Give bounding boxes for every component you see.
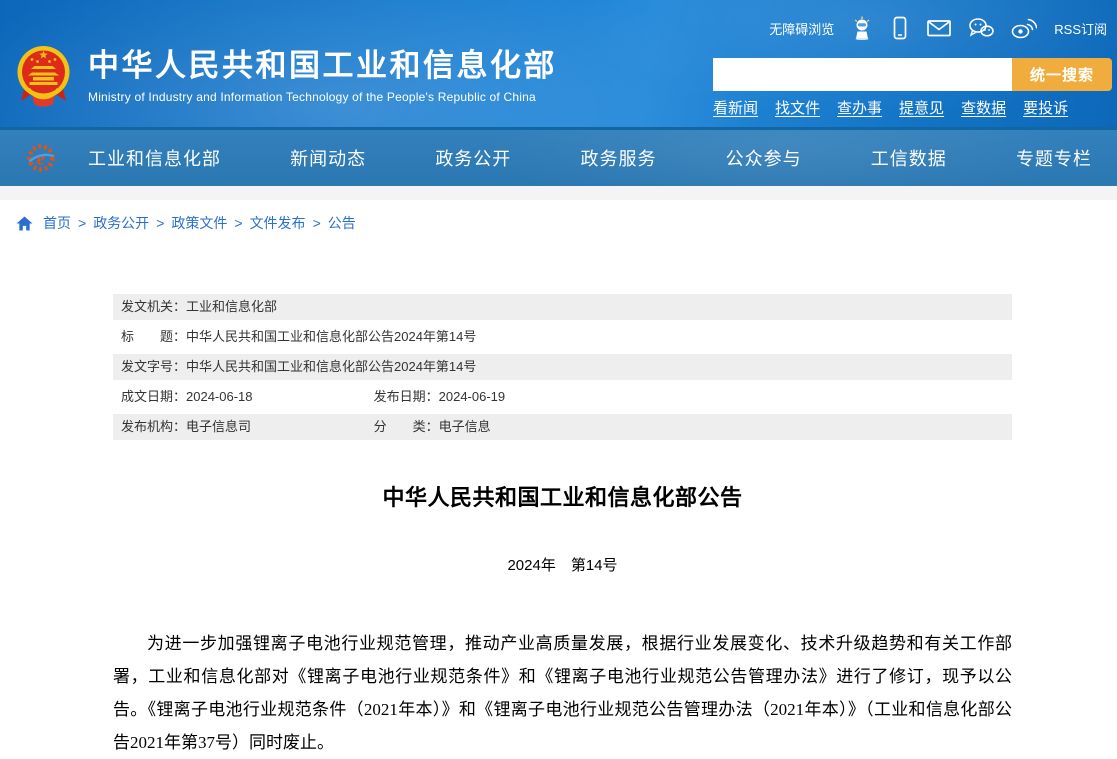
meta-value: 2024-06-18 [186, 389, 253, 404]
site-header: 无障碍浏览 RSS订阅 中华人民共和国工业和信息化部 Ministry of I… [0, 0, 1117, 127]
meta-row-document-number: 发文字号：中华人民共和国工业和信息化部公告2024年第14号 [113, 354, 1012, 380]
site-brand[interactable]: 中华人民共和国工业和信息化部 Ministry of Industry and … [17, 43, 557, 107]
quick-link-complaints[interactable]: 要投诉 [1023, 97, 1068, 118]
brand-text: 中华人民共和国工业和信息化部 Ministry of Industry and … [88, 43, 557, 104]
weibo-icon[interactable] [1011, 17, 1038, 39]
national-emblem-logo [17, 46, 70, 107]
nav-item-special-topics[interactable]: 专题专栏 [1016, 145, 1092, 171]
breadcrumb-separator: > [312, 215, 321, 231]
unified-search-button[interactable]: 统一搜索 [1012, 58, 1112, 91]
nav-item-public-participation[interactable]: 公众参与 [726, 145, 802, 171]
svg-text:e: e [37, 149, 46, 170]
meta-label: 成文日期： [121, 389, 187, 404]
meta-row-issuing-agency: 发文机关：工业和信息化部 [113, 294, 1012, 320]
quick-links: 看新闻 找文件 查办事 提意见 查数据 要投诉 [713, 97, 1068, 118]
meta-label: 发文字号： [121, 359, 187, 374]
document-issue-number: 2024年 第14号 [507, 557, 618, 574]
breadcrumb-home[interactable]: 首页 [43, 213, 71, 233]
nav-item-gov-services[interactable]: 政务服务 [580, 145, 656, 171]
document-meta-table: 发文机关：工业和信息化部 标 题：中华人民共和国工业和信息化部公告2024年第1… [113, 294, 1012, 440]
breadcrumb-separator: > [234, 215, 243, 231]
document-title: 中华人民共和国工业和信息化部公告 [382, 485, 743, 510]
nav-item-industry-data[interactable]: 工信数据 [871, 145, 947, 171]
rss-link[interactable]: RSS订阅 [1054, 19, 1107, 38]
meta-value: 工业和信息化部 [186, 299, 278, 314]
quick-link-news[interactable]: 看新闻 [713, 97, 758, 118]
meta-label: 发布日期： [373, 389, 439, 404]
nav-item-gov-disclosure[interactable]: 政务公开 [435, 145, 511, 171]
breadcrumb-separator: > [156, 215, 165, 231]
breadcrumb-gov-disclosure[interactable]: 政务公开 [93, 213, 149, 233]
meta-value: 中华人民共和国工业和信息化部公告2024年第14号 [186, 329, 477, 344]
mobile-phone-icon[interactable] [890, 16, 910, 40]
breadcrumb-separator: > [78, 215, 87, 231]
quick-link-feedback[interactable]: 提意见 [899, 97, 944, 118]
meta-label: 标 题： [121, 329, 187, 344]
site-title: 中华人民共和国工业和信息化部 [88, 48, 557, 83]
meta-value: 电子信息司 [186, 419, 252, 434]
meta-label: 分 类： [373, 419, 439, 434]
meta-row-dates: 成文日期：2024-06-18 发布日期：2024-06-19 [113, 384, 1012, 410]
meta-row-publisher-category: 发布机构：电子信息司 分 类：电子信息 [113, 414, 1012, 440]
meta-value: 2024-06-19 [438, 389, 506, 404]
meta-row-title: 标 题：中华人民共和国工业和信息化部公告2024年第14号 [113, 324, 1012, 350]
quick-link-data[interactable]: 查数据 [961, 97, 1006, 118]
main-nav: e 工业和信息化部 新闻动态 政务公开 政务服务 公众参与 工信数据 专题专栏 [0, 127, 1117, 186]
mail-icon[interactable] [927, 19, 952, 37]
document-body-paragraph: 为进一步加强锂离子电池行业规范管理，推动产业高质量发展，根据行业发展变化、技术升… [113, 634, 1012, 752]
robot-mascot-icon[interactable] [851, 16, 873, 40]
breadcrumb-document-release[interactable]: 文件发布 [250, 213, 306, 233]
nav-items: 工业和信息化部 新闻动态 政务公开 政务服务 公众参与 工信数据 专题专栏 [88, 145, 1092, 171]
quick-link-services[interactable]: 查办事 [837, 97, 882, 118]
meta-value: 中华人民共和国工业和信息化部公告2024年第14号 [186, 359, 477, 374]
breadcrumb: 首页 > 政务公开 > 政策文件 > 文件发布 > 公告 [0, 200, 1117, 242]
breadcrumb-policy-documents[interactable]: 政策文件 [171, 213, 227, 233]
document-main: 发文机关：工业和信息化部 标 题：中华人民共和国工业和信息化部公告2024年第1… [113, 294, 1012, 759]
site-subtitle: Ministry of Industry and Information Tec… [88, 90, 536, 105]
divider-strip [0, 186, 1117, 200]
meta-value: 电子信息 [438, 419, 491, 434]
nav-item-news[interactable]: 新闻动态 [290, 145, 366, 171]
search-bar: 统一搜索 [713, 58, 1112, 91]
meta-label: 发文机关： [121, 299, 187, 314]
utility-row: 无障碍浏览 RSS订阅 [769, 16, 1107, 40]
nav-item-miit[interactable]: 工业和信息化部 [88, 145, 221, 171]
meta-label: 发布机构： [121, 419, 187, 434]
accessibility-link[interactable]: 无障碍浏览 [769, 19, 834, 38]
wechat-icon[interactable] [968, 17, 995, 39]
breadcrumb-announcement[interactable]: 公告 [328, 213, 356, 233]
home-icon[interactable] [16, 215, 33, 231]
quick-link-documents[interactable]: 找文件 [775, 97, 820, 118]
search-input[interactable] [713, 58, 1012, 91]
miit-e-logo-icon: e [27, 144, 55, 172]
